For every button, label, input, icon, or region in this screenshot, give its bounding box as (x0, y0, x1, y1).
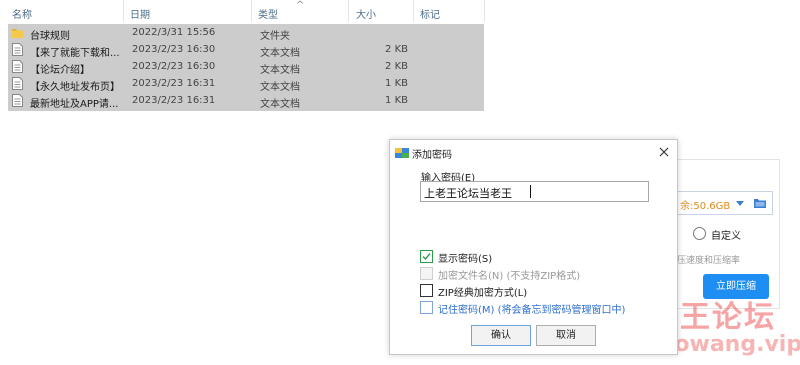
checkmark-icon (422, 253, 431, 261)
text-file-icon (12, 94, 23, 107)
file-date: 2023/2/23 16:31 (132, 78, 216, 89)
password-value: 上老王论坛当老王 (424, 187, 512, 200)
chevron-down-icon[interactable] (732, 195, 748, 211)
file-explorer: 名称 日期 类型 ^ 大小 标记 台球规则 2022/3/31 15:56 文件… (0, 0, 800, 120)
file-row[interactable]: 【来了就能下载和... 2023/2/23 16:30 文本文档 2 KB (8, 41, 484, 59)
column-headers: 名称 日期 类型 ^ 大小 标记 (0, 0, 800, 22)
file-date: 2022/3/31 15:56 (132, 27, 216, 38)
custom-label: 自定义 (711, 231, 741, 242)
show-password-label: 显示密码(S) (438, 254, 493, 265)
encrypt-filenames-option: 加密文件名(N) (不支持ZIP格式) (420, 267, 670, 282)
free-space-label: 余:50.6GB (680, 201, 731, 212)
encrypt-filenames-label: 加密文件名(N) (不支持ZIP格式) (438, 271, 581, 282)
column-header-size[interactable]: 大小 (356, 6, 376, 21)
file-size: 2 KB (385, 44, 408, 55)
remember-password-label: 记住密码(M) (将会备忘到密码管理窗口中) (438, 305, 626, 316)
text-file-icon (12, 77, 23, 90)
column-divider[interactable] (348, 0, 349, 22)
file-date: 2023/2/23 16:30 (132, 61, 216, 72)
archive-icon (395, 148, 409, 158)
file-name: 最新地址及APP请... (30, 99, 119, 110)
column-header-date[interactable]: 日期 (130, 6, 150, 21)
file-name: 台球规则 (30, 31, 70, 42)
file-size: 1 KB (385, 78, 408, 89)
column-divider[interactable] (413, 0, 414, 22)
file-row[interactable]: 台球规则 2022/3/31 15:56 文件夹 (8, 24, 484, 42)
custom-radio[interactable] (693, 227, 706, 240)
file-name: 【来了就能下载和... (30, 48, 120, 59)
file-type: 文本文档 (260, 82, 300, 93)
column-header-name[interactable]: 名称 (12, 6, 32, 21)
close-icon[interactable] (656, 144, 672, 160)
folder-icon (12, 29, 23, 38)
password-input[interactable]: 上老王论坛当老王 (420, 181, 649, 202)
file-date: 2023/2/23 16:30 (132, 44, 216, 55)
zip-classic-checkbox[interactable] (420, 284, 433, 297)
zip-classic-option[interactable]: ZIP经典加密方式(L) (420, 284, 670, 299)
confirm-button[interactable]: 确认 (471, 325, 531, 346)
dialog-titlebar[interactable]: 添加密码 (390, 140, 677, 164)
show-password-option[interactable]: 显示密码(S) (420, 250, 670, 265)
file-size: 1 KB (385, 95, 408, 106)
folder-browse-icon[interactable] (752, 195, 768, 211)
remember-password-checkbox[interactable] (420, 301, 433, 314)
encrypt-filenames-checkbox (420, 267, 433, 280)
file-row[interactable]: 【永久地址发布页】 2023/2/23 16:31 文本文档 1 KB (8, 75, 484, 93)
column-divider[interactable] (484, 0, 485, 22)
file-type: 文本文档 (260, 65, 300, 76)
zip-classic-label: ZIP经典加密方式(L) (438, 288, 528, 299)
dialog-title: 添加密码 (412, 150, 452, 161)
file-type: 文件夹 (260, 31, 290, 42)
sort-ascending-icon: ^ (296, 0, 305, 11)
file-type: 文本文档 (260, 48, 300, 59)
file-list: 台球规则 2022/3/31 15:56 文件夹 【来了就能下载和... 202… (8, 24, 484, 111)
text-file-icon (12, 43, 23, 56)
file-type: 文本文档 (260, 99, 300, 110)
speed-ratio-note: 压速度和压缩率 (677, 256, 741, 266)
file-date: 2023/2/23 16:31 (132, 95, 216, 106)
add-password-dialog: 添加密码 输入密码(E) 上老王论坛当老王 显示密码(S) 加密文件名(N) (… (389, 139, 678, 355)
show-password-checkbox[interactable] (420, 250, 433, 263)
column-header-tags[interactable]: 标记 (420, 6, 440, 21)
text-caret (530, 185, 531, 198)
file-name: 【永久地址发布页】 (30, 82, 120, 93)
column-header-type[interactable]: 类型 (258, 6, 278, 21)
remember-password-option[interactable]: 记住密码(M) (将会备忘到密码管理窗口中) (420, 301, 670, 316)
column-divider[interactable] (123, 0, 124, 22)
file-name: 【论坛介绍】 (30, 65, 90, 76)
file-size: 2 KB (385, 61, 408, 72)
text-file-icon (12, 60, 23, 73)
column-divider[interactable] (251, 0, 252, 22)
cancel-button[interactable]: 取消 (536, 325, 596, 346)
compression-window: 余:50.6GB 自定义 压速度和压缩率 立即压缩 (676, 159, 780, 309)
file-row[interactable]: 最新地址及APP请... 2023/2/23 16:31 文本文档 1 KB (8, 92, 484, 110)
output-path-field[interactable]: 余:50.6GB (677, 191, 773, 215)
file-row[interactable]: 【论坛介绍】 2023/2/23 16:30 文本文档 2 KB (8, 58, 484, 76)
